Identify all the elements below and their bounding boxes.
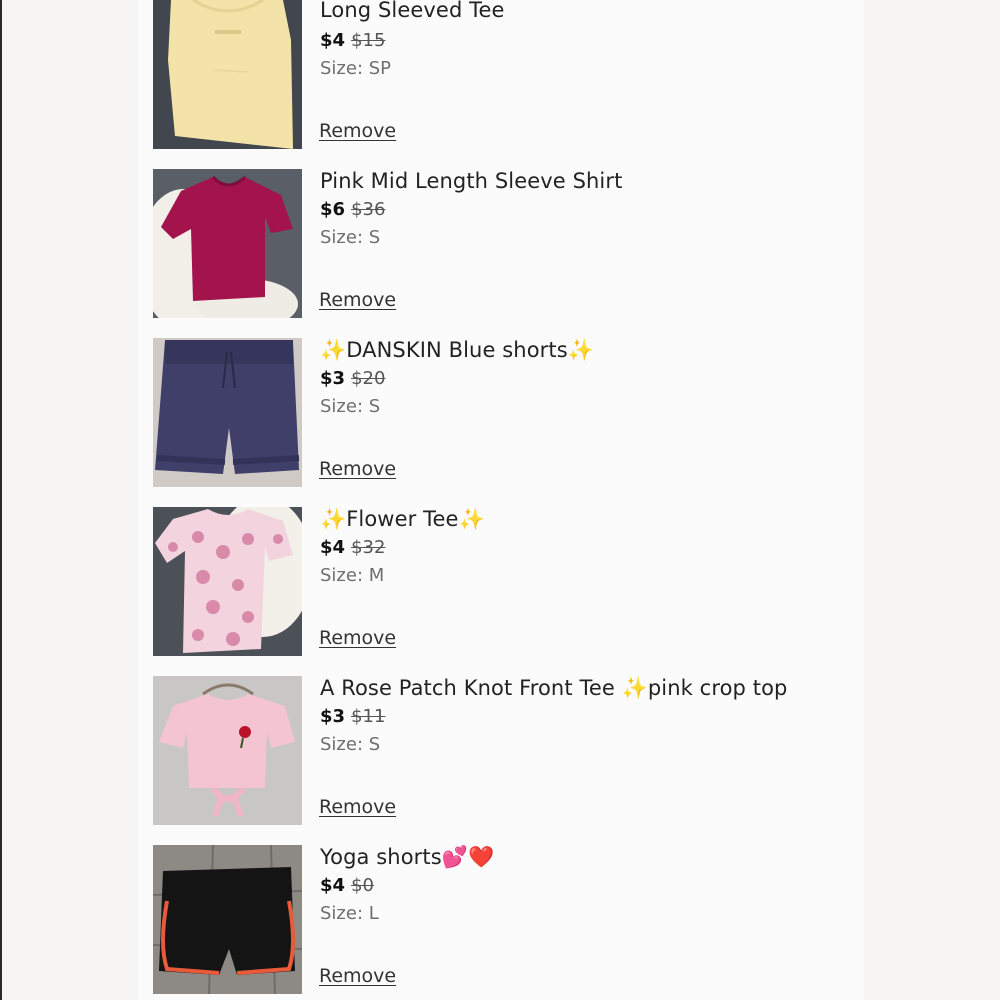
remove-button[interactable]: Remove	[319, 627, 396, 649]
item-thumbnail-magenta-shirt[interactable]	[153, 169, 302, 318]
item-title[interactable]: ✨DANSKIN Blue shorts✨	[320, 338, 594, 363]
item-original-price: $32	[351, 537, 386, 558]
item-original-price: $11	[351, 706, 386, 727]
item-size: Size: SP	[320, 58, 392, 79]
remove-button[interactable]: Remove	[319, 289, 396, 311]
item-size: Size: M	[320, 565, 385, 586]
item-price: $4	[320, 875, 346, 896]
price-row: $4 $15	[320, 30, 385, 51]
item-original-price: $0	[351, 875, 374, 896]
item-price: $3	[320, 706, 346, 727]
cart-item: Yoga shorts💕❤️ $4 $0 Size: L Remove	[153, 845, 853, 994]
remove-button[interactable]: Remove	[319, 965, 396, 987]
cart-item: Pink Mid Length Sleeve Shirt $6 $36 Size:…	[153, 169, 853, 318]
cart-panel: Long Sleeved Tee $4$15 Size: SP Remove	[138, 0, 864, 1000]
item-thumbnail-navy-shorts[interactable]	[153, 338, 302, 487]
item-title[interactable]: A Rose Patch Knot Front Tee ✨pink crop t…	[320, 676, 787, 701]
cart-item: A Rose Patch Knot Front Tee ✨pink crop t…	[153, 676, 853, 825]
item-price: $4	[320, 30, 346, 51]
item-title[interactable]: Pink Mid Length Sleeve Shirt	[320, 169, 622, 193]
item-price: $3	[320, 368, 346, 389]
cart-item: ✨DANSKIN Blue shorts✨ $3 $20 Size: S Remo…	[153, 338, 853, 487]
item-size: Size: S	[320, 734, 381, 755]
price-row: $4 $32	[320, 537, 385, 558]
item-price: $4	[320, 537, 346, 558]
item-original-price: $36	[351, 199, 386, 220]
item-thumbnail-floral-tee[interactable]	[153, 507, 302, 656]
price-row: $6 $36	[320, 199, 385, 220]
item-thumbnail-yellow-tee[interactable]	[153, 0, 302, 149]
price-row: $3 $20	[320, 368, 385, 389]
item-title[interactable]: ✨Flower Tee✨	[320, 507, 485, 532]
price-row: $4 $0	[320, 875, 374, 896]
item-original-price: $15	[351, 30, 386, 51]
item-thumbnail-pink-crop-top[interactable]	[153, 676, 302, 825]
cart-item: ✨Flower Tee✨ $4 $32 Size: M Remove	[153, 507, 853, 656]
item-size: Size: S	[320, 227, 381, 248]
remove-button[interactable]: Remove	[319, 796, 396, 818]
item-price: $6	[320, 199, 346, 220]
item-original-price: $20	[351, 368, 386, 389]
item-size: Size: L	[320, 903, 379, 924]
item-title[interactable]: Long Sleeved Tee	[320, 0, 505, 22]
item-thumbnail-black-yoga-shorts[interactable]	[153, 845, 302, 994]
item-size: Size: S	[320, 396, 381, 417]
remove-button[interactable]: Remove	[319, 458, 396, 480]
cart-item: Long Sleeved Tee $4 $15 Size: SP Remove	[153, 0, 853, 149]
item-title[interactable]: Yoga shorts💕❤️	[320, 845, 494, 870]
price-row: $3 $11	[320, 706, 385, 727]
remove-button[interactable]: Remove	[319, 120, 396, 142]
window-edge	[0, 0, 2, 1000]
